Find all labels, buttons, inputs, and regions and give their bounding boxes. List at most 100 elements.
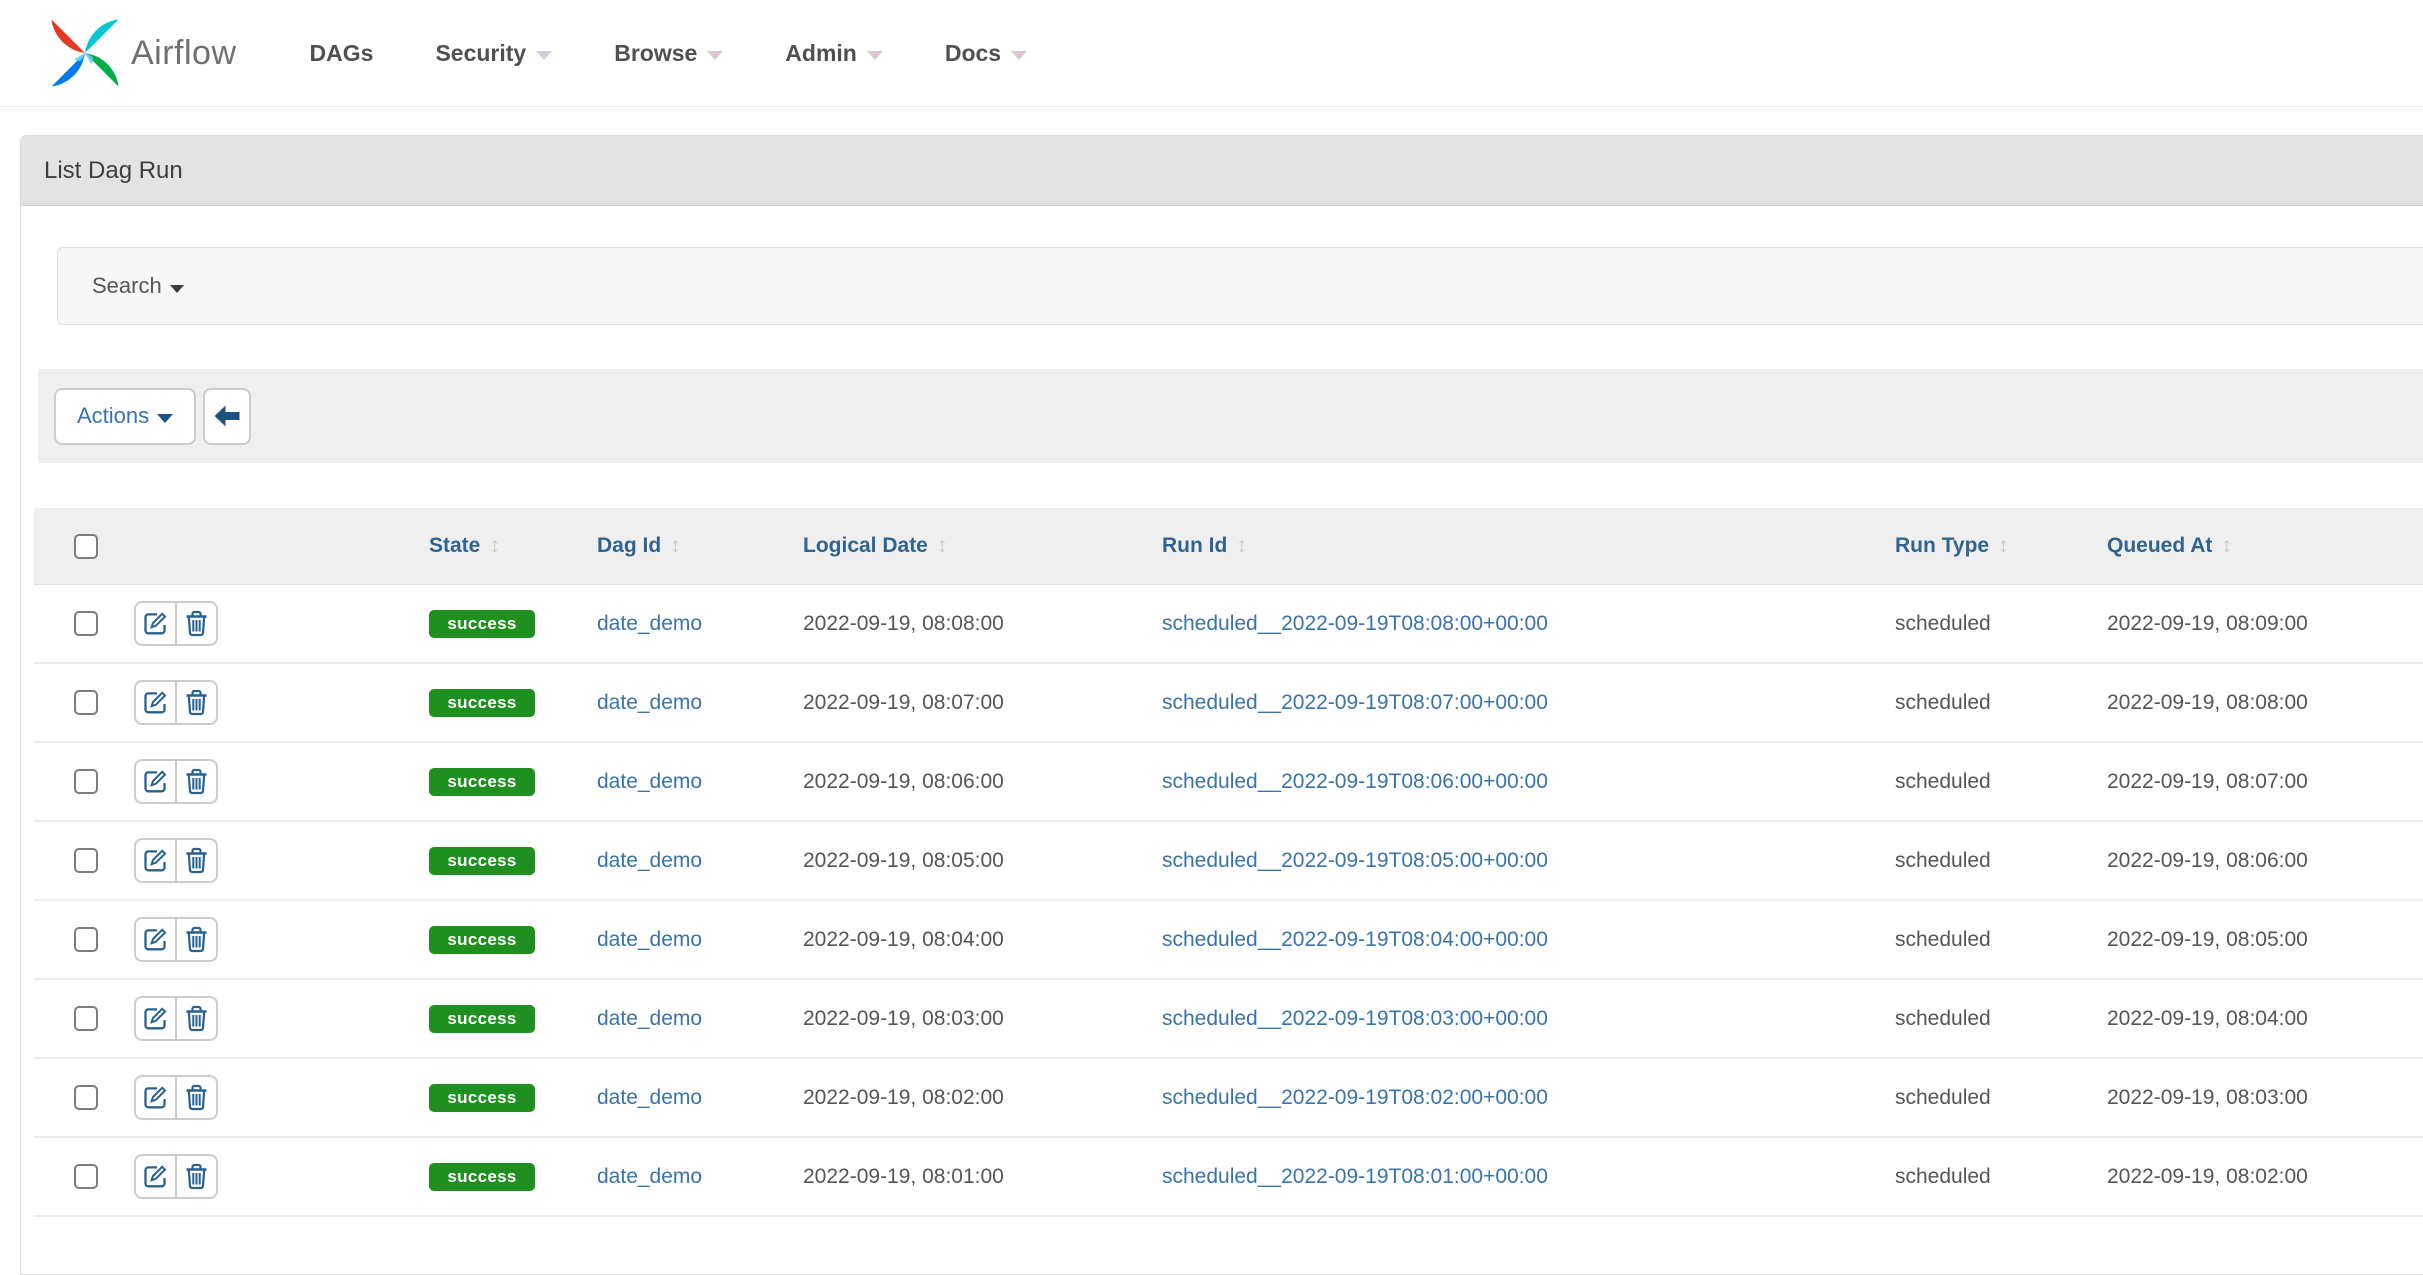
run-type-value: scheduled [1895,1086,1991,1110]
run-id-link[interactable]: scheduled__2022-09-19T08:03:00+00:00 [1162,1007,1548,1031]
edit-button[interactable] [134,1075,177,1120]
column-header-label: Run Type [1895,534,1989,558]
run-id-link[interactable]: scheduled__2022-09-19T08:07:00+00:00 [1162,691,1548,715]
search-collapse-toggle[interactable]: Search [57,247,2423,325]
run-type-value: scheduled [1895,1007,1991,1031]
state-badge: success [429,610,535,638]
state-badge: success [429,847,535,875]
run-id-link[interactable]: scheduled__2022-09-19T08:06:00+00:00 [1162,770,1548,794]
edit-button[interactable] [134,996,177,1041]
list-dag-run-panel: List Dag Run Search Actions State↕Dag Id… [20,135,2423,1275]
dag-id-link[interactable]: date_demo [597,1086,702,1110]
dag-id-link[interactable]: date_demo [597,928,702,952]
airflow-pinwheel-icon [45,13,125,93]
actions-dropdown-button[interactable]: Actions [54,388,196,445]
edit-pencil-icon [142,1163,169,1190]
row-action-buttons [134,601,218,646]
sort-icon: ↕ [1236,534,1247,558]
edit-button[interactable] [134,680,177,725]
edit-pencil-icon [142,926,169,953]
header-select-cell [34,508,134,584]
state-badge: success [429,1163,535,1191]
nav-item-docs[interactable]: Docs [914,40,1058,67]
run-id-link[interactable]: scheduled__2022-09-19T08:04:00+00:00 [1162,928,1548,952]
run-id-link[interactable]: scheduled__2022-09-19T08:08:00+00:00 [1162,612,1548,636]
dag-id-link[interactable]: date_demo [597,691,702,715]
edit-pencil-icon [142,1084,169,1111]
row-checkbox[interactable] [74,611,98,636]
row-checkbox[interactable] [74,1006,98,1031]
table-row: success date_demo 2022-09-19, 08:08:00 s… [34,585,2423,664]
run-id-link[interactable]: scheduled__2022-09-19T08:05:00+00:00 [1162,849,1548,873]
column-header-queued_at[interactable]: Queued At↕ [2094,508,2423,584]
nav-item-admin[interactable]: Admin [754,40,914,67]
table-row: success date_demo 2022-09-19, 08:05:00 s… [34,822,2423,901]
sort-icon: ↕ [1998,534,2009,558]
dag-id-link[interactable]: date_demo [597,1165,702,1189]
dag-id-link[interactable]: date_demo [597,1007,702,1031]
delete-button[interactable] [175,917,218,962]
run-id-link[interactable]: scheduled__2022-09-19T08:02:00+00:00 [1162,1086,1548,1110]
edit-pencil-icon [142,610,169,637]
nav-item-label: Security [435,40,526,67]
delete-button[interactable] [175,680,218,725]
chevron-down-icon [170,285,184,293]
logical-date-value: 2022-09-19, 08:08:00 [803,612,1004,636]
queued-at-value: 2022-09-19, 08:04:00 [2107,1007,2308,1031]
dag-id-link[interactable]: date_demo [597,770,702,794]
run-type-value: scheduled [1895,849,1991,873]
column-header-state[interactable]: State↕ [416,508,584,584]
queued-at-value: 2022-09-19, 08:07:00 [2107,770,2308,794]
caret-down-icon [536,51,552,60]
row-checkbox[interactable] [74,1164,98,1189]
nav-item-browse[interactable]: Browse [583,40,754,67]
delete-button[interactable] [175,601,218,646]
column-header-run_type[interactable]: Run Type ↕ [1883,508,2094,584]
edit-button[interactable] [134,759,177,804]
row-action-buttons [134,838,218,883]
nav-item-label: Browse [614,40,697,67]
run-id-link[interactable]: scheduled__2022-09-19T08:01:00+00:00 [1162,1165,1548,1189]
sort-icon: ↕ [670,534,681,558]
row-checkbox[interactable] [74,1085,98,1110]
sort-icon: ↕ [489,534,500,558]
row-action-buttons [134,1075,218,1120]
queued-at-value: 2022-09-19, 08:05:00 [2107,928,2308,952]
row-checkbox[interactable] [74,690,98,715]
edit-pencil-icon [142,1005,169,1032]
edit-button[interactable] [134,838,177,883]
row-checkbox[interactable] [74,927,98,952]
run-type-value: scheduled [1895,928,1991,952]
brand-title: Airflow [131,34,237,73]
delete-button[interactable] [175,759,218,804]
delete-button[interactable] [175,1154,218,1199]
caret-down-icon [157,414,173,423]
column-header-logical_date[interactable]: Logical Date↕ [791,508,1149,584]
nav-item-security[interactable]: Security [404,40,583,67]
row-checkbox[interactable] [74,848,98,873]
delete-button[interactable] [175,838,218,883]
nav-item-dags[interactable]: DAGs [279,40,405,67]
delete-button[interactable] [175,996,218,1041]
run-type-value: scheduled [1895,691,1991,715]
edit-button[interactable] [134,1154,177,1199]
dag-id-link[interactable]: date_demo [597,612,702,636]
table-body: success date_demo 2022-09-19, 08:08:00 s… [34,585,2423,1217]
back-button[interactable] [203,388,251,445]
column-header-run_id[interactable]: Run Id ↕ [1149,508,1883,584]
table-row: success date_demo 2022-09-19, 08:04:00 s… [34,901,2423,980]
queued-at-value: 2022-09-19, 08:06:00 [2107,849,2308,873]
edit-button[interactable] [134,601,177,646]
logical-date-value: 2022-09-19, 08:06:00 [803,770,1004,794]
column-header-label: Run Id [1162,534,1227,558]
row-action-buttons [134,1154,218,1199]
top-navbar: Airflow DAGs Security Browse AdminDocs [0,0,2423,107]
airflow-brand-link[interactable]: Airflow [45,13,237,93]
delete-button[interactable] [175,1075,218,1120]
dag-id-link[interactable]: date_demo [597,849,702,873]
edit-button[interactable] [134,917,177,962]
select-all-checkbox[interactable] [74,534,98,559]
logical-date-value: 2022-09-19, 08:05:00 [803,849,1004,873]
column-header-dag_id[interactable]: Dag Id↕ [584,508,791,584]
row-checkbox[interactable] [74,769,98,794]
